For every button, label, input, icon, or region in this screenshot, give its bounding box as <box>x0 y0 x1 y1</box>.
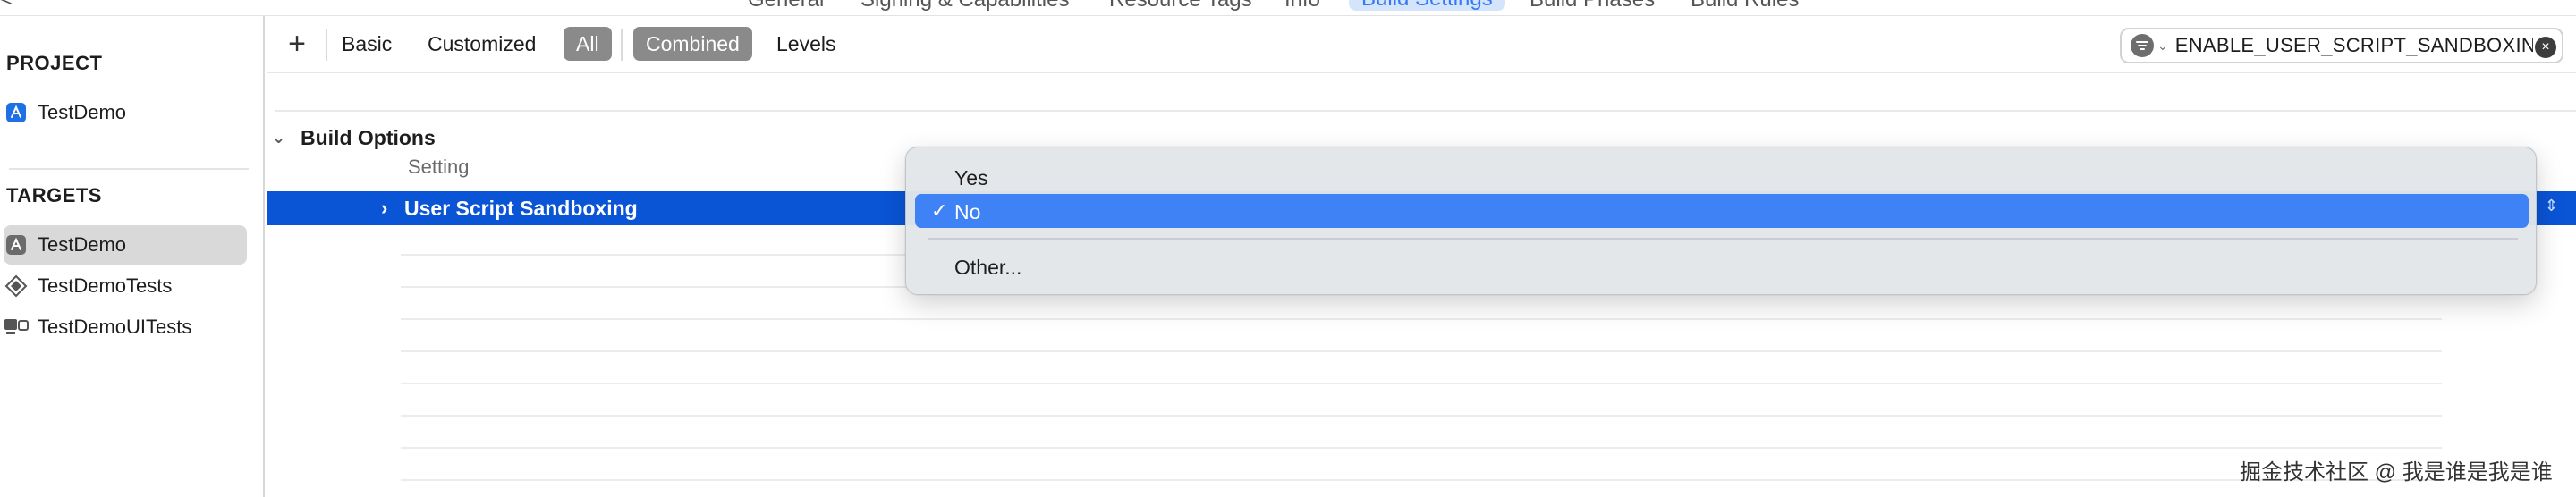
view-combined-button[interactable]: Combined <box>633 27 752 61</box>
tab-signing-capabilities[interactable]: Signing & Capabilities <box>860 0 1069 13</box>
empty-row-line <box>401 350 2442 352</box>
empty-row-line <box>401 415 2442 417</box>
tab-build-rules[interactable]: Build Rules <box>1690 0 1799 13</box>
menu-separator <box>928 238 2518 240</box>
unit-tests-icon <box>4 274 29 299</box>
editor-tab-strip: < General Signing & Capabilities Resourc… <box>0 0 2576 16</box>
empty-row-line <box>401 479 2442 481</box>
group-title: Build Options <box>301 125 436 149</box>
view-levels-button[interactable]: Levels <box>764 27 848 61</box>
project-section-title: PROJECT <box>6 52 103 74</box>
chevron-right-icon[interactable]: › <box>381 197 387 220</box>
project-navigator-sidebar: PROJECT TestDemo TARGETS TestDemo TestDe… <box>0 16 265 497</box>
toolbar-separator <box>621 29 623 61</box>
empty-row-line <box>401 318 2442 320</box>
filter-icon[interactable] <box>2131 34 2154 57</box>
tab-resource-tags[interactable]: Resource Tags <box>1109 0 1252 13</box>
empty-row-line <box>401 447 2442 449</box>
sidebar-item-target-testdemouitests[interactable]: TestDemoUITests <box>4 307 247 347</box>
menu-item-other[interactable]: Other... <box>915 249 2529 283</box>
filter-basic-button[interactable]: Basic <box>329 27 404 61</box>
app-target-icon <box>4 232 29 257</box>
ui-tests-icon <box>4 315 29 340</box>
tab-info[interactable]: Info <box>1284 0 1320 13</box>
empty-row-line <box>401 383 2442 384</box>
tab-general[interactable]: General <box>748 0 824 13</box>
sidebar-item-project-testdemo[interactable]: TestDemo <box>4 93 247 132</box>
watermark: 掘金技术社区 @ 我是谁是我是谁 <box>2240 460 2553 484</box>
popup-stepper-icon[interactable]: ⇕ <box>2545 197 2558 215</box>
sidebar-item-target-testdemo[interactable]: TestDemo <box>4 225 247 265</box>
sidebar-item-label: TestDemoUITests <box>38 316 192 338</box>
content-divider <box>275 110 2576 112</box>
checkmark-icon: ✓ <box>931 199 948 222</box>
build-settings-toolbar: + Basic Customized All Combined Levels ⌄… <box>267 16 2576 73</box>
filter-all-button[interactable]: All <box>564 27 612 61</box>
toolbar-separator <box>326 29 327 61</box>
add-setting-button[interactable]: + <box>279 25 315 63</box>
sidebar-item-target-testdemotests[interactable]: TestDemoTests <box>4 266 247 306</box>
menu-item-yes[interactable]: Yes <box>915 160 2529 194</box>
tab-build-settings[interactable]: Build Settings <box>1349 0 1505 11</box>
sidebar-divider <box>9 168 249 170</box>
chevron-down-icon[interactable]: ⌄ <box>2157 38 2168 54</box>
app-project-icon <box>4 100 29 125</box>
column-header-setting[interactable]: Setting <box>408 156 470 179</box>
menu-item-no[interactable]: ✓ No <box>915 194 2529 228</box>
sidebar-item-label: TestDemo <box>38 233 127 256</box>
clear-search-icon[interactable]: × <box>2535 37 2556 58</box>
filter-customized-button[interactable]: Customized <box>415 27 548 61</box>
back-glyph: < <box>0 0 13 13</box>
disclosure-down-icon[interactable]: ⌄ <box>272 129 288 147</box>
targets-section-title: TARGETS <box>6 184 102 206</box>
value-popup-menu: Yes ✓ No Other... <box>905 147 2537 295</box>
search-input[interactable] <box>2174 34 2533 57</box>
tab-build-phases[interactable]: Build Phases <box>1530 0 1655 13</box>
setting-name: User Script Sandboxing <box>404 197 638 220</box>
sidebar-item-label: TestDemo <box>38 101 127 123</box>
search-field[interactable]: ⌄ × <box>2120 28 2563 63</box>
sidebar-item-label: TestDemoTests <box>38 274 173 297</box>
group-build-options[interactable]: ⌄ Build Options <box>272 120 436 156</box>
